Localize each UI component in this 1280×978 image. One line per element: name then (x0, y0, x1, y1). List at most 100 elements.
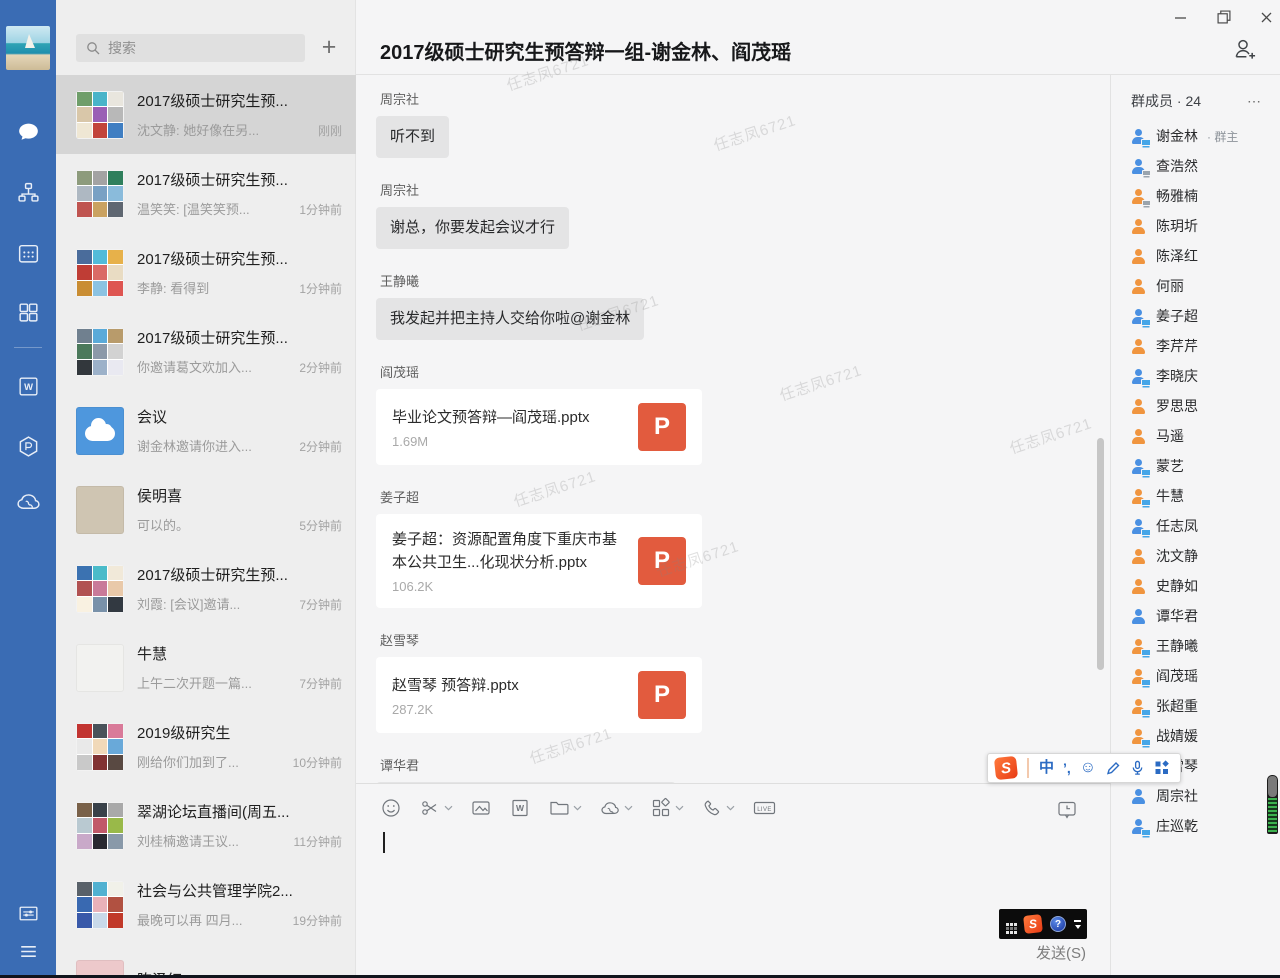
keyboard-icon[interactable] (1006, 923, 1009, 926)
ime-voice-icon[interactable] (1130, 760, 1145, 776)
call-button[interactable] (701, 797, 735, 819)
chat-time: 7分钟前 (299, 596, 342, 613)
member-row[interactable]: 查浩然 (1111, 151, 1280, 181)
member-row[interactable]: 姜子超 (1111, 301, 1280, 331)
mic-volume-meter[interactable] (1267, 775, 1278, 834)
chat-list-item[interactable]: 侯明喜 可以的。 5分钟前 (56, 470, 356, 549)
sogou-logo-icon[interactable]: S (1023, 914, 1043, 934)
file-card[interactable]: 姜子超：资源配置角度下重庆市基本公共卫生...化现状分析.pptx 106.2K… (376, 514, 702, 608)
member-row[interactable]: 阎茂瑶 (1111, 661, 1280, 691)
search-input[interactable]: 搜索 (76, 34, 305, 62)
chat-list-item[interactable]: 翠湖论坛直播间(周五... 刘桂楠邀请王议... 11分钟前 (56, 786, 356, 865)
chat-list-item[interactable]: 2017级硕士研究生预... 沈文静: 她好像在另... 刚刚 (56, 75, 356, 154)
input-toolbar: W LIVE (380, 797, 777, 819)
meeting-button[interactable] (599, 797, 633, 819)
tray-collapse-button[interactable] (1074, 920, 1081, 929)
sogou-logo-icon[interactable]: S (994, 756, 1018, 780)
member-row[interactable]: 王静曦 (1111, 631, 1280, 661)
chat-list-item[interactable]: 陈泽红 (56, 944, 356, 978)
messages-scrollbar[interactable] (1097, 438, 1104, 670)
file-card[interactable]: 毕业论文预答辩—阎茂瑶.pptx 1.69M P (376, 389, 702, 465)
nav-calendar-button[interactable] (0, 233, 56, 273)
member-row[interactable]: 蒙艺 (1111, 451, 1280, 481)
nav-workbench-button[interactable] (0, 292, 56, 332)
emoji-button[interactable] (380, 797, 402, 819)
member-row[interactable]: 陈泽红 (1111, 241, 1280, 271)
member-name: 李芹芹 (1156, 336, 1198, 356)
ime-punctuation-toggle[interactable]: ’, (1063, 761, 1071, 775)
member-row[interactable]: 史静如 (1111, 571, 1280, 601)
apps-button[interactable] (650, 797, 684, 819)
message-input[interactable] (368, 828, 1098, 923)
chat-history-button[interactable] (1056, 799, 1078, 826)
members-more-button[interactable]: ⋯ (1247, 93, 1262, 110)
file-size: 287.2K (392, 702, 624, 717)
new-chat-button[interactable]: + (311, 32, 347, 62)
live-button[interactable]: LIVE (752, 797, 777, 819)
scissors-icon (419, 797, 441, 819)
member-row[interactable]: 马遥 (1111, 421, 1280, 451)
desktop-online-icon (1142, 200, 1151, 206)
member-row[interactable]: 庄巡乾 (1111, 811, 1280, 841)
chat-list-item[interactable]: 2017级硕士研究生预... 温笑笑: [温笑笑预... 1分钟前 (56, 154, 356, 233)
member-row[interactable]: 何丽 (1111, 271, 1280, 301)
chat-list-item[interactable]: 牛慧 上午二次开题一篇... 7分钟前 (56, 628, 356, 707)
chat-list-item[interactable]: 2019级研究生 刚给你们加到了... 10分钟前 (56, 707, 356, 786)
member-name: 谭华君 (1156, 606, 1198, 626)
file-button[interactable] (548, 797, 582, 819)
window-close-button[interactable] (1250, 4, 1280, 30)
add-member-button[interactable] (1228, 34, 1258, 64)
window-minimize-button[interactable] (1164, 4, 1196, 30)
member-row[interactable]: 陈玥圻 (1111, 211, 1280, 241)
ime-toolbox-icon[interactable] (1154, 760, 1170, 776)
send-button[interactable]: 发送(S) (1036, 942, 1086, 963)
member-row[interactable]: 牛慧 (1111, 481, 1280, 511)
member-row[interactable]: 任志凤 (1111, 511, 1280, 541)
member-row[interactable]: 周宗社 (1111, 781, 1280, 811)
member-row[interactable]: 谢金林 · 群主 (1111, 121, 1280, 151)
member-name: 沈文静 (1156, 546, 1198, 566)
search-icon (86, 41, 100, 55)
help-icon[interactable]: ? (1050, 916, 1066, 932)
close-icon (1260, 11, 1273, 24)
window-restore-button[interactable] (1208, 4, 1240, 30)
file-size: 106.2K (392, 579, 624, 594)
nav-workspace-button[interactable] (0, 426, 56, 466)
member-status-icon (1131, 429, 1147, 444)
message: 周宗社 听不到 (376, 91, 1086, 158)
ime-handwriting-icon[interactable] (1105, 760, 1121, 776)
member-row[interactable]: 李晓庆 (1111, 361, 1280, 391)
image-button[interactable] (470, 797, 492, 819)
chat-list-item[interactable]: 会议 谢金林邀请你进入... 2分钟前 (56, 391, 356, 470)
member-row[interactable]: 沈文静 (1111, 541, 1280, 571)
ppt-file-icon: P (638, 403, 686, 451)
doc-button[interactable]: W (509, 797, 531, 819)
nav-chat-button[interactable] (0, 112, 56, 152)
member-row[interactable]: 畅雅楠 (1111, 181, 1280, 211)
member-row[interactable]: 李芹芹 (1111, 331, 1280, 361)
file-card[interactable]: 赵雪琴 预答辩.pptx 287.2K P (376, 657, 702, 733)
chat-list-item[interactable]: 2017级硕士研究生预... 李静: 看得到 1分钟前 (56, 233, 356, 312)
member-row[interactable]: 罗思思 (1111, 391, 1280, 421)
chat-list-item[interactable]: 2017级硕士研究生预... 你邀请葛文欢加入... 2分钟前 (56, 312, 356, 391)
restore-icon (1217, 10, 1231, 24)
chat-list-item[interactable]: 2017级硕士研究生预... 刘霞: [会议]邀请... 7分钟前 (56, 549, 356, 628)
chat-list-item[interactable]: 社会与公共管理学院2... 最晚可以再 四月... 19分钟前 (56, 865, 356, 944)
screenshot-button[interactable] (419, 797, 453, 819)
nav-meeting-button[interactable] (0, 482, 56, 522)
nav-docs-button[interactable]: W (0, 366, 56, 406)
nav-settings-button[interactable] (0, 893, 56, 933)
user-avatar[interactable] (6, 26, 50, 70)
member-row[interactable]: 战婧媛 (1111, 721, 1280, 751)
member-name: 何丽 (1156, 276, 1184, 296)
ime-language-toggle[interactable]: 中 (1039, 761, 1054, 775)
member-row[interactable]: 谭华君 (1111, 601, 1280, 631)
phone-icon (701, 797, 723, 819)
ime-emoji-button[interactable]: ☺ (1080, 761, 1096, 775)
member-row[interactable]: 张超重 (1111, 691, 1280, 721)
chevron-down-icon (444, 805, 453, 811)
member-name: 阎茂瑶 (1156, 666, 1198, 686)
nav-menu-button[interactable] (0, 931, 56, 971)
nav-contacts-button[interactable] (0, 172, 56, 212)
member-status-icon (1131, 789, 1147, 804)
